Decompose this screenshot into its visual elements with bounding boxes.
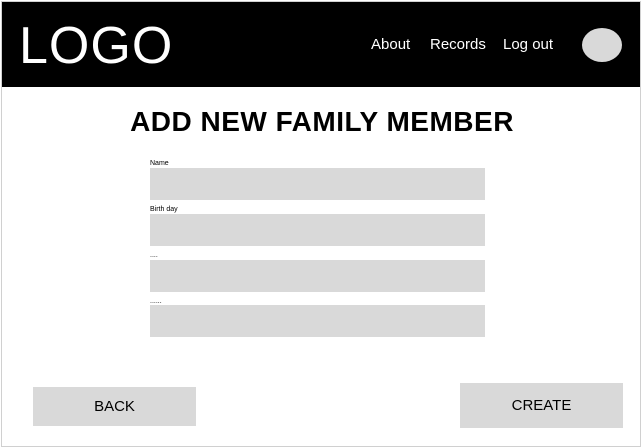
field-4-input[interactable] <box>150 305 485 337</box>
field-3-input[interactable] <box>150 260 485 292</box>
nav-link-about[interactable]: About <box>371 35 410 55</box>
birth-day-input[interactable] <box>150 214 485 246</box>
logo: LOGO <box>19 17 174 75</box>
create-button[interactable]: CREATE <box>460 383 623 428</box>
page-title: ADD NEW FAMILY MEMBER <box>130 106 514 137</box>
name-label: Name <box>150 160 169 167</box>
back-button[interactable]: BACK <box>33 387 196 426</box>
top-header: LOGO About Records Log out <box>2 2 640 87</box>
app-window: LOGO About Records Log out ADD NEW FAMIL… <box>1 1 641 447</box>
nav-link-records[interactable]: Records <box>430 35 486 55</box>
field-3-label: .... <box>150 252 158 259</box>
nav-link-logout[interactable]: Log out <box>503 35 553 55</box>
name-input[interactable] <box>150 168 485 200</box>
avatar[interactable] <box>582 28 622 62</box>
birth-day-label: Birth day <box>150 206 178 213</box>
